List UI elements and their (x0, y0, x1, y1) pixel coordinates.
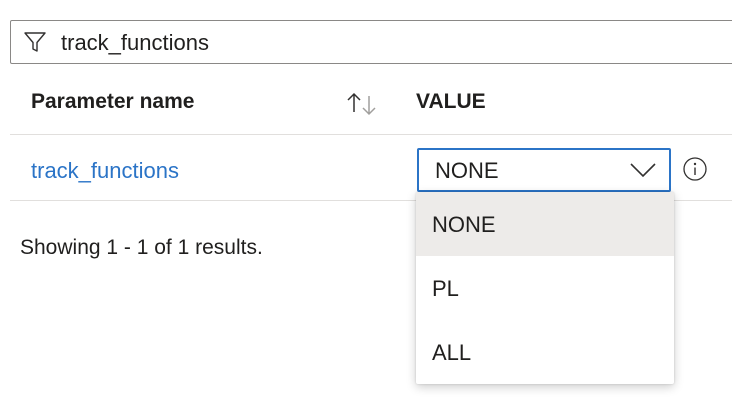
chevron-down-icon (630, 163, 656, 178)
column-header-value: VALUE (416, 90, 486, 113)
dropdown-option-all[interactable]: ALL (416, 320, 674, 384)
value-select-text: NONE (435, 158, 499, 183)
dropdown-option-label: ALL (432, 340, 472, 365)
value-select[interactable]: NONE (417, 148, 671, 192)
filter-icon (24, 32, 46, 52)
table-header: Parameter name VALUE (0, 76, 732, 132)
filter-input-value: track_functions (61, 30, 209, 55)
results-count-text: Showing 1 - 1 of 1 results. (20, 236, 263, 259)
dropdown-option-none[interactable]: NONE (416, 192, 674, 256)
dropdown-option-label: NONE (432, 212, 496, 237)
sort-icon[interactable] (344, 90, 380, 116)
filter-input[interactable]: track_functions (10, 20, 732, 64)
header-divider (10, 134, 732, 135)
info-icon[interactable] (682, 156, 708, 182)
dropdown-option-pl[interactable]: PL (416, 256, 674, 320)
parameter-name-link[interactable]: track_functions (31, 158, 179, 184)
dropdown-option-label: PL (432, 276, 459, 301)
column-header-parameter-name[interactable]: Parameter name (31, 90, 194, 114)
value-dropdown-menu: NONE PL ALL (416, 192, 674, 384)
